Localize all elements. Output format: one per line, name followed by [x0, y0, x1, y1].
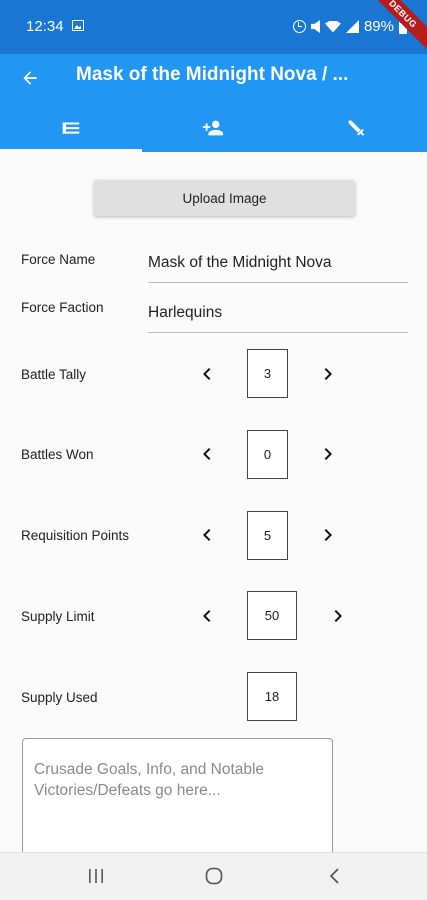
battles-won-increment-button[interactable] [316, 442, 340, 466]
requisition-points-decrement-button[interactable] [195, 523, 219, 547]
tab-units[interactable] [142, 104, 284, 152]
battles-won-label: Battles Won [21, 447, 94, 462]
battle-tally-increment-button[interactable] [316, 362, 340, 386]
force-faction-label: Force Faction [21, 300, 104, 315]
battles-won-value[interactable]: 0 [247, 430, 288, 479]
app-bar: Mask of the Midnight Nova / ... [0, 54, 427, 152]
supply-limit-increment-button[interactable] [326, 604, 350, 628]
notes-textarea[interactable]: Crusade Goals, Info, and Notable Victori… [22, 738, 333, 868]
system-nav-bar [0, 852, 427, 900]
chevron-right-icon [324, 529, 332, 541]
status-bar: 12:34 89% DEBUG [0, 0, 427, 56]
recent-apps-icon [89, 869, 103, 883]
requisition-points-value[interactable]: 5 [247, 511, 288, 560]
chevron-right-icon [324, 368, 332, 380]
battles-won-decrement-button[interactable] [195, 442, 219, 466]
tab-details[interactable] [0, 104, 142, 152]
back-button[interactable] [12, 60, 48, 96]
force-name-input[interactable]: Mask of the Midnight Nova [148, 243, 408, 283]
chevron-right-icon [324, 448, 332, 460]
page-title: Mask of the Midnight Nova / ... [76, 64, 349, 85]
chevron-left-icon [203, 529, 211, 541]
notes-placeholder: Crusade Goals, Info, and Notable Victori… [34, 761, 265, 799]
supply-limit-decrement-button[interactable] [195, 604, 219, 628]
battle-tally-value[interactable]: 3 [247, 349, 288, 398]
status-icons: 89% [292, 18, 407, 35]
sword-icon [348, 120, 365, 136]
person-add-icon [203, 120, 224, 136]
tab-battles[interactable] [285, 104, 427, 152]
supply-limit-value[interactable]: 50 [247, 591, 297, 640]
wifi-icon [324, 20, 341, 33]
back-nav-button[interactable] [322, 865, 348, 887]
signal-icon [345, 20, 359, 33]
tab-bar [0, 104, 427, 152]
supply-used-value: 18 [247, 672, 297, 721]
requisition-points-label: Requisition Points [21, 528, 130, 543]
battle-tally-label: Battle Tally [21, 367, 87, 382]
arrow-back-icon [23, 71, 37, 85]
chevron-left-icon [203, 448, 211, 460]
back-nav-icon [329, 868, 339, 884]
mute-icon [310, 20, 320, 33]
alarm-icon [292, 20, 306, 33]
chevron-left-icon [203, 368, 211, 380]
chevron-right-icon [334, 610, 342, 622]
supply-limit-label: Supply Limit [21, 609, 95, 624]
supply-used-label: Supply Used [21, 690, 98, 705]
gallery-icon [72, 20, 84, 31]
battery-percent: 89% [363, 18, 394, 35]
recent-apps-button[interactable] [83, 865, 109, 887]
battle-tally-decrement-button[interactable] [195, 362, 219, 386]
force-name-label: Force Name [21, 252, 96, 267]
force-faction-input[interactable]: Harlequins [148, 293, 408, 333]
tab-indicator [0, 149, 142, 152]
status-time: 12:34 [26, 18, 64, 35]
list-icon [62, 122, 80, 134]
requisition-points-increment-button[interactable] [316, 523, 340, 547]
chevron-left-icon [203, 610, 211, 622]
home-icon [205, 867, 223, 885]
upload-image-button[interactable]: Upload Image [94, 180, 355, 216]
home-button[interactable] [201, 865, 227, 887]
